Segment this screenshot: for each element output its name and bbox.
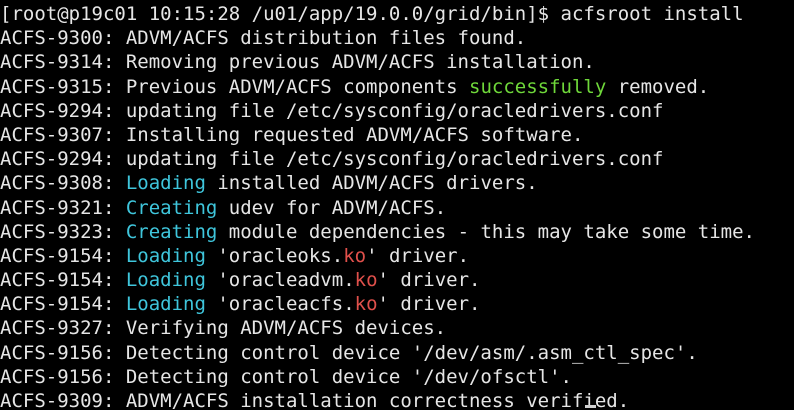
output-line: ACFS-9307: Installing requested ADVM/ACF… (0, 123, 794, 147)
text-cursor (585, 405, 596, 408)
line-text: ACFS-9315: Previous ADVM/ACFS components (0, 75, 469, 98)
output-line: ACFS-9154: Loading 'oracleacfs.ko' drive… (0, 292, 794, 316)
line-text: ACFS-9154: (0, 269, 126, 292)
line-text: 'oracleoks. (205, 244, 344, 267)
highlighted-text-red: ko (354, 269, 378, 292)
line-text: ACFS-9323: (0, 220, 126, 243)
line-text: [root@p19c01 10:15:28 /u01/app/19.0.0/gr… (0, 3, 744, 25)
line-text: ACFS-9309: ADVM/ACFS installation correc… (0, 390, 630, 410)
output-line: ACFS-9309: ADVM/ACFS installation correc… (0, 389, 794, 410)
output-line: ACFS-9315: Previous ADVM/ACFS components… (0, 75, 794, 99)
highlighted-text-red: ko (354, 293, 378, 316)
output-line: ACFS-9308: Loading installed ADVM/ACFS d… (0, 171, 794, 195)
highlighted-text-cyan: Loading (125, 269, 206, 292)
line-text: ACFS-9156: Detecting control device '/de… (0, 365, 572, 388)
command-prompt-line: [root@p19c01 10:15:28 /u01/app/19.0.0/gr… (0, 2, 794, 26)
line-text: ACFS-9321: (0, 196, 126, 219)
output-line: ACFS-9321: Creating udev for ADVM/ACFS. (0, 196, 794, 220)
line-text: installed ADVM/ACFS drivers. (205, 172, 538, 195)
line-text: ACFS-9154: (0, 244, 126, 267)
output-line: ACFS-9323: Creating module dependencies … (0, 220, 794, 244)
line-text: 'oracleadvm. (205, 269, 355, 292)
highlighted-text-cyan: Creating (125, 220, 218, 243)
line-text: ACFS-9327: Verifying ADVM/ACFS devices. (0, 317, 447, 340)
line-text: ACFS-9156: Detecting control device '/de… (0, 341, 698, 364)
output-line: ACFS-9300: ADVM/ACFS distribution files … (0, 26, 794, 50)
line-text: ACFS-9307: Installing requested ADVM/ACF… (0, 123, 584, 146)
highlighted-text-green: successfully (469, 75, 607, 98)
output-line: ACFS-9294: updating file /etc/sysconfig/… (0, 147, 794, 171)
output-line: ACFS-9314: Removing previous ADVM/ACFS i… (0, 50, 794, 74)
highlighted-text-cyan: Loading (125, 244, 206, 267)
output-line: ACFS-9154: Loading 'oracleoks.ko' driver… (0, 244, 794, 268)
line-text: ACFS-9308: (0, 172, 126, 195)
line-text: udev for ADVM/ACFS. (217, 196, 447, 219)
line-text: ACFS-9154: (0, 293, 126, 316)
highlighted-text-cyan: Creating (125, 196, 218, 219)
highlighted-text-cyan: Loading (125, 293, 206, 316)
line-text: ' driver. (366, 244, 470, 267)
output-line: ACFS-9156: Detecting control device '/de… (0, 341, 794, 365)
line-text: removed. (606, 75, 710, 98)
output-line: ACFS-9154: Loading 'oracleadvm.ko' drive… (0, 268, 794, 292)
line-text: ' driver. (377, 293, 481, 316)
output-line: ACFS-9294: updating file /etc/sysconfig/… (0, 99, 794, 123)
highlighted-text-red: ko (343, 244, 367, 267)
line-text: module dependencies - this may take some… (217, 220, 755, 243)
highlighted-text-cyan: Loading (125, 172, 206, 195)
output-line: ACFS-9156: Detecting control device '/de… (0, 365, 794, 389)
terminal-window[interactable]: [root@p19c01 10:15:28 /u01/app/19.0.0/gr… (0, 0, 794, 410)
line-text: ACFS-9314: Removing previous ADVM/ACFS i… (0, 51, 595, 74)
output-line: ACFS-9327: Verifying ADVM/ACFS devices. (0, 316, 794, 340)
line-text: ACFS-9294: updating file /etc/sysconfig/… (0, 148, 664, 171)
terminal-output: [root@p19c01 10:15:28 /u01/app/19.0.0/gr… (0, 2, 794, 410)
line-text: ' driver. (377, 269, 481, 292)
line-text: ACFS-9300: ADVM/ACFS distribution files … (0, 27, 527, 50)
line-text: 'oracleacfs. (205, 293, 355, 316)
line-text: ACFS-9294: updating file /etc/sysconfig/… (0, 99, 664, 122)
